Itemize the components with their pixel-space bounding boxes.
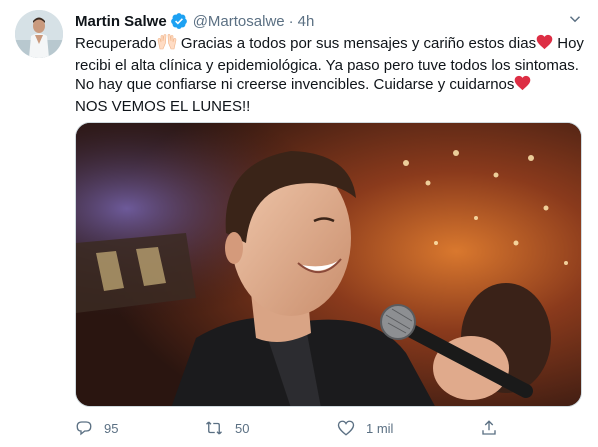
tweet-actions: 95 50 1 mil — [75, 416, 505, 440]
verified-badge-icon — [170, 12, 188, 30]
tweet-line-4: NOS VEMOS EL LUNES!! — [75, 97, 251, 115]
timestamp[interactable]: 4h — [298, 13, 315, 30]
red-heart-emoji — [536, 34, 553, 56]
tweet[interactable]: Martin Salwe @Martosalwe · 4h Recuperado… — [0, 0, 598, 447]
tweet-line-1: Recuperado Gracias a todos por sus mensa… — [75, 33, 587, 56]
like-button[interactable]: 1 mil — [337, 416, 393, 440]
retweet-button[interactable]: 50 — [204, 416, 249, 440]
tweet-text: Recuperado Gracias a todos por sus mensa… — [75, 33, 587, 116]
author-handle[interactable]: @Martosalwe — [193, 13, 285, 30]
like-count: 1 mil — [366, 420, 394, 436]
tweet-header: Martin Salwe @Martosalwe · 4h — [75, 11, 314, 31]
text-segment: No hay que confiarse ni creerse invencib… — [75, 76, 515, 93]
share-icon — [482, 420, 496, 435]
text-segment: Hoy — [553, 35, 584, 52]
author-name[interactable]: Martin Salwe — [75, 13, 167, 30]
heart-outline-icon — [337, 420, 355, 436]
reply-count: 95 — [104, 420, 119, 436]
avatar[interactable] — [15, 10, 63, 58]
tweet-line-3: No hay que confiarse ni creerse invencib… — [75, 75, 587, 97]
text-segment: Gracias a todos por sus mensajes y cariñ… — [176, 35, 537, 52]
separator-dot: · — [288, 12, 294, 30]
tweet-line-2: recibi el alta clínica y epidemiológica.… — [75, 56, 579, 74]
retweet-count: 50 — [235, 420, 250, 436]
share-button[interactable] — [480, 416, 509, 440]
raising-hands-emoji — [157, 33, 177, 56]
retweet-icon — [206, 421, 222, 435]
reply-icon — [76, 421, 92, 436]
reply-button[interactable]: 95 — [75, 416, 118, 440]
text-segment: Recuperado — [75, 35, 157, 52]
red-heart-emoji — [514, 75, 531, 97]
tweet-photo[interactable] — [75, 122, 582, 407]
chevron-down-icon[interactable] — [566, 10, 584, 28]
